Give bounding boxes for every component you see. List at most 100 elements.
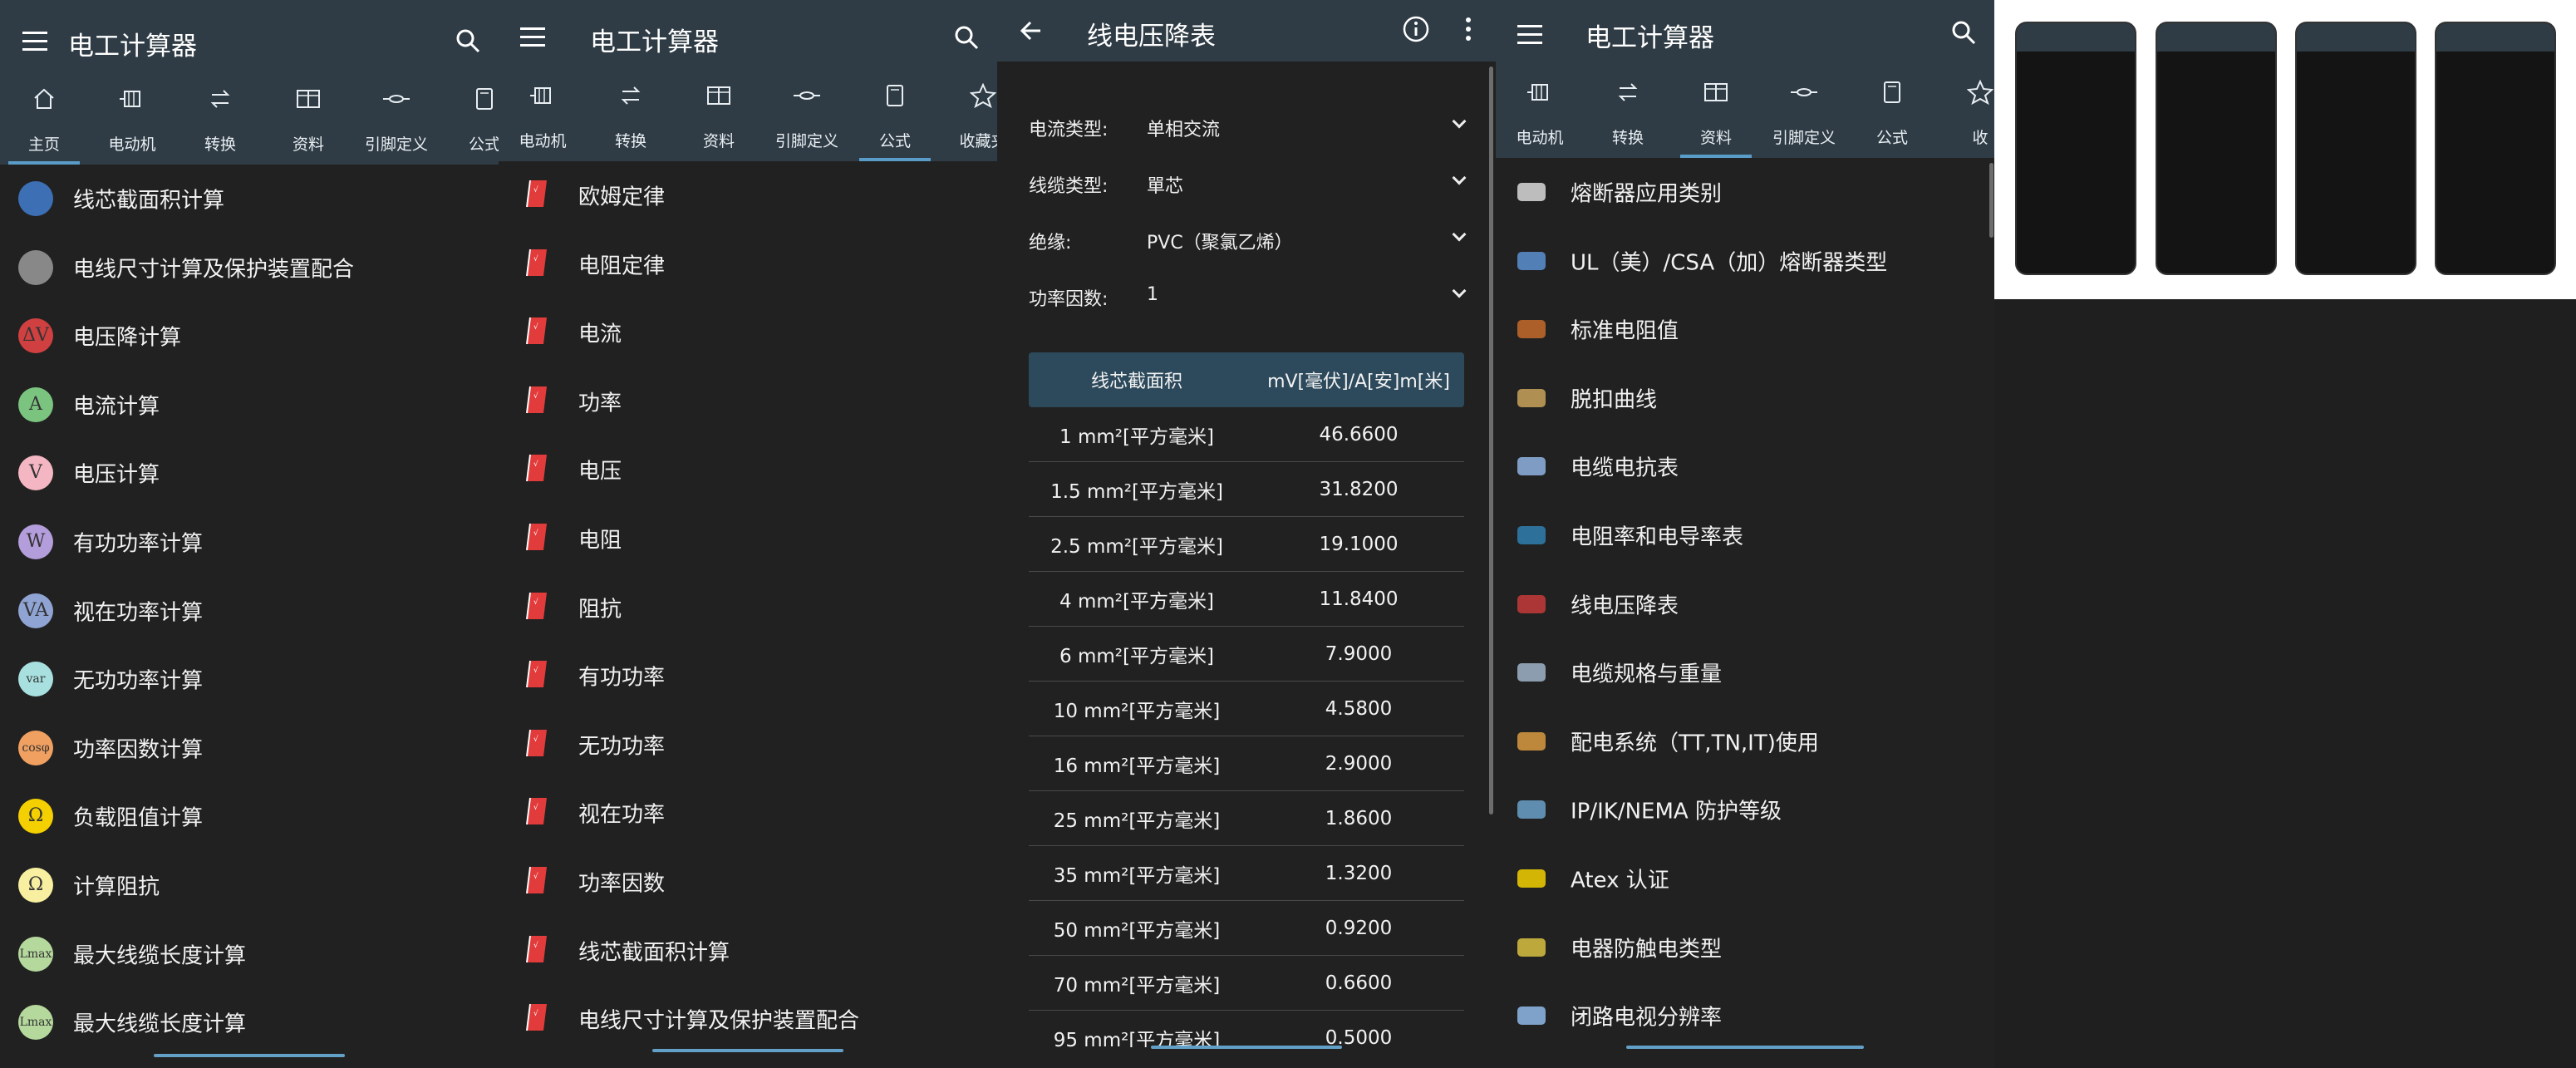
tab-pin[interactable]: 引脚定义 [763,78,851,161]
list-item[interactable]: W 有功功率计算 [0,508,499,576]
cell-value: 7.9000 [1325,642,1393,665]
list-item[interactable]: 配电系统（TT,TN,IT)使用 [1496,707,1994,775]
list-item[interactable]: VA 视在功率计算 [0,577,499,645]
list-item[interactable]: √ 电压 [499,436,997,504]
app-bar: 电工计算器 电动机 转换 资料 引脚定义 公式 收 [1496,0,1994,158]
tab-book[interactable]: 资料 [264,81,352,165]
list-item[interactable]: Ω 计算阻抗 [0,851,499,919]
menu-icon[interactable] [520,27,545,52]
filter-select[interactable]: 绝缘: PVC（聚氯乙烯） [997,209,1496,266]
formula-book-icon: √ [524,933,550,969]
filter-select[interactable]: 功率因数: 1 [997,266,1496,322]
list-item[interactable]: 闭路电视分辨率 [1496,982,1994,1050]
app-title: 电工计算器 [68,32,197,62]
tab-book[interactable]: 资料 [1672,75,1760,158]
list-item[interactable]: √ 有功功率 [499,642,997,710]
list-item[interactable]: Ω 负载阻值计算 [0,782,499,850]
formula-book-icon: √ [524,246,550,283]
list-item[interactable]: 电缆规格与重量 [1496,638,1994,706]
horizontal-scrollbar[interactable] [652,1049,843,1052]
preview-strip [1994,0,2576,299]
list-item[interactable]: √ 视在功率 [499,779,997,847]
tab-formula[interactable]: 公式 [440,81,499,165]
resistivity-icon [1514,518,1549,553]
tab-motor[interactable]: 电动机 [1496,75,1584,158]
list-item[interactable]: √ 线芯截面积计算 [499,917,997,985]
more-options-icon[interactable] [1464,17,1472,45]
list-item[interactable]: √ 电流 [499,298,997,367]
calc-icon: VA [18,593,53,628]
horizontal-scrollbar[interactable] [1151,1046,1342,1049]
svg-text:√: √ [533,254,538,263]
tab-formula[interactable]: 公式 [1848,75,1936,158]
tab-book[interactable]: 资料 [675,78,763,161]
search-icon[interactable] [954,25,979,53]
list-item[interactable]: Lmax 最大线缆长度计算 [0,920,499,988]
tab-convert[interactable]: 转换 [587,78,675,161]
tab-pin[interactable]: 引脚定义 [352,81,440,165]
vertical-scrollbar[interactable] [1489,66,1493,815]
filter-select[interactable]: 线缆类型: 單芯 [997,153,1496,209]
svg-text:√: √ [533,322,538,332]
list-item[interactable]: A 电流计算 [0,371,499,439]
tab-home[interactable]: 主页 [0,81,88,165]
list-item-label: 闭路电视分辨率 [1571,1005,1723,1031]
list-item[interactable]: √ 无功功率 [499,711,997,779]
tab-convert[interactable]: 转换 [176,81,264,165]
list-item[interactable]: 电线尺寸计算及保护装置配合 [0,234,499,302]
tab-label: 电动机 [1516,129,1564,147]
search-icon[interactable] [1951,20,1976,48]
horizontal-scrollbar[interactable] [154,1054,345,1057]
tab-motor[interactable]: 电动机 [499,78,587,161]
list-item[interactable]: var 无功功率计算 [0,645,499,713]
list-item[interactable]: 电缆电抗表 [1496,432,1994,500]
preview-thumbnail-home[interactable] [2015,22,2136,275]
list-item[interactable]: UL（美）/CSA（加）熔断器类型 [1496,227,1994,295]
preview-thumbnail-reference[interactable] [2295,22,2416,275]
fuse-type-icon [1514,244,1549,278]
info-icon[interactable] [1402,15,1430,47]
list-item[interactable]: 标准电阻值 [1496,295,1994,363]
list-item[interactable]: 电阻率和电导率表 [1496,501,1994,569]
list-item[interactable]: 线芯截面积计算 [0,165,499,233]
list-item[interactable]: 线电压降表 [1496,570,1994,638]
preview-thumbnail-formulas[interactable] [2156,22,2277,275]
list-item[interactable]: √ 功率 [499,367,997,436]
list-item[interactable]: √ 电线尺寸计算及保护装置配合 [499,985,997,1053]
tab-star[interactable]: 收 [1936,75,1994,158]
cell-area: 16 mm²[平方毫米] [1053,755,1221,777]
list-item[interactable]: Atex 认证 [1496,844,1994,913]
filter-select[interactable]: 电流类型: 单相交流 [997,96,1496,153]
list-item[interactable]: 脱扣曲线 [1496,364,1994,432]
back-arrow-icon[interactable] [1019,18,1044,47]
list-item[interactable]: √ 电阻定律 [499,230,997,298]
preview-thumbnail-voltage-table[interactable] [2435,22,2556,275]
list-item[interactable]: √ 电阻 [499,504,997,573]
horizontal-scrollbar[interactable] [1626,1046,1864,1049]
cell-area: 4 mm²[平方毫米] [1059,590,1214,613]
tab-star[interactable]: 收藏夹 [939,78,997,161]
list-item[interactable]: IP/IK/NEMA 防护等级 [1496,775,1994,844]
list-item[interactable]: V 电压计算 [0,439,499,507]
list-item-label: 电器防触电类型 [1571,937,1723,962]
formula-book-icon: √ [524,726,550,763]
list-item[interactable]: √ 欧姆定律 [499,161,997,229]
select-value: 单相交流 [1147,120,1221,140]
list-item[interactable]: √ 阻抗 [499,573,997,642]
list-item[interactable]: cosφ 功率因数计算 [0,714,499,782]
vertical-scrollbar[interactable] [1989,163,1993,238]
tab-convert[interactable]: 转换 [1584,75,1672,158]
tab-pin[interactable]: 引脚定义 [1760,75,1848,158]
menu-icon[interactable] [1517,25,1542,50]
list-item[interactable]: √ 功率因数 [499,848,997,916]
search-icon[interactable] [455,28,480,57]
menu-icon[interactable] [22,32,47,57]
tab-motor[interactable]: 电动机 [88,81,176,165]
list-item[interactable]: 电器防触电类型 [1496,913,1994,982]
list-item[interactable]: 熔断器应用类别 [1496,158,1994,226]
list-item-label: 视在功率计算 [73,600,204,626]
tab-formula[interactable]: 公式 [851,78,939,161]
list-item[interactable]: ΔV 电压降计算 [0,302,499,370]
list-item[interactable]: Lmax 最大线缆长度计算 [0,988,499,1056]
list-item-label: 无功功率计算 [73,668,204,694]
